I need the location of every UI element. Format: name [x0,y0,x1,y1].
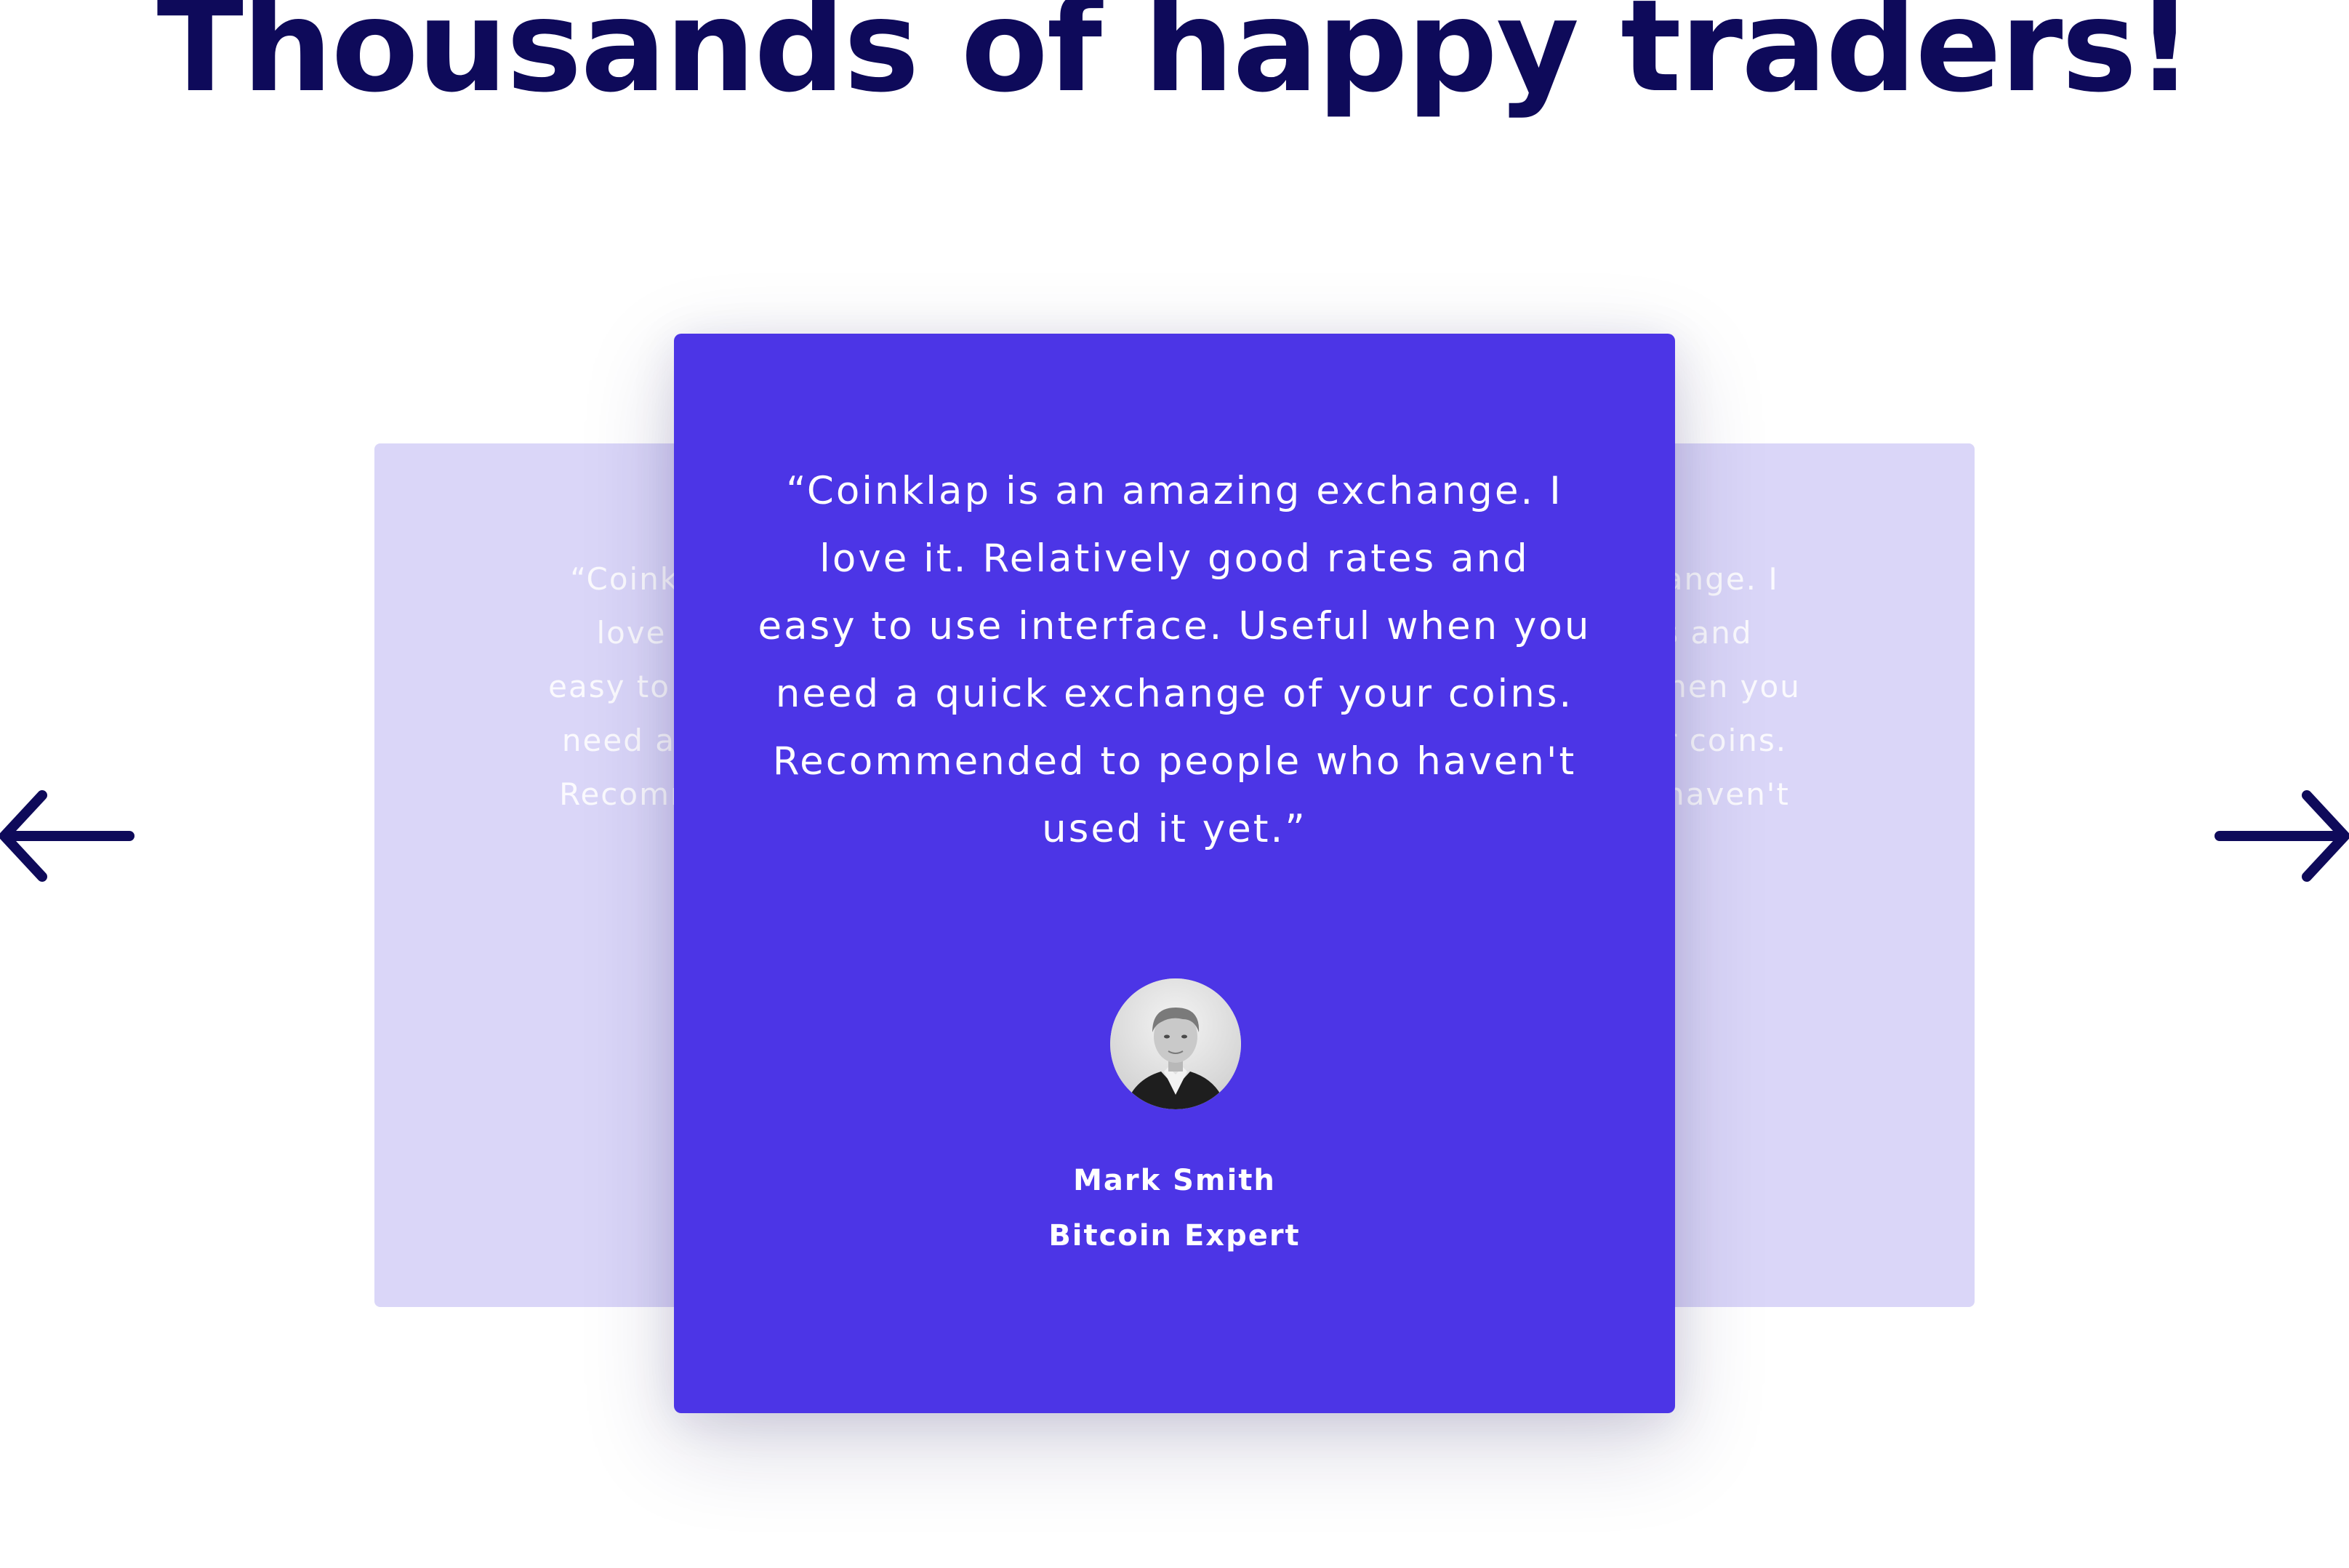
person-photo-icon [1110,978,1241,1109]
quote-line: used it yet.” [1042,807,1307,851]
author-name: Mark Smith [1073,1164,1276,1197]
testimonials-section: Thousands of happy traders! “Coinklap is… [0,0,2349,1568]
section-heading: Thousands of happy traders! [156,0,2194,121]
testimonial-card-active: “Coinklap is an amazing exchange. I love… [674,334,1675,1413]
arrow-left-icon [0,790,134,882]
quote-line: “Coinklap is an amazing exchange. I [786,469,1563,513]
author-avatar [1110,978,1241,1109]
carousel-prev-button[interactable] [0,785,138,887]
testimonial-quote: “Coinklap is an amazing exchange. I love… [674,457,1675,863]
quote-line: need a quick exchange of your coins. [775,672,1574,716]
carousel-next-button[interactable] [2211,785,2349,887]
author-role: Bitcoin Expert [1048,1219,1301,1253]
quote-line: Recommended to people who haven't [772,739,1577,784]
quote-line: love it. Relatively good rates and [819,536,1530,581]
quote-line: easy to use interface. Useful when you [758,604,1591,648]
arrow-right-icon [2215,790,2349,882]
